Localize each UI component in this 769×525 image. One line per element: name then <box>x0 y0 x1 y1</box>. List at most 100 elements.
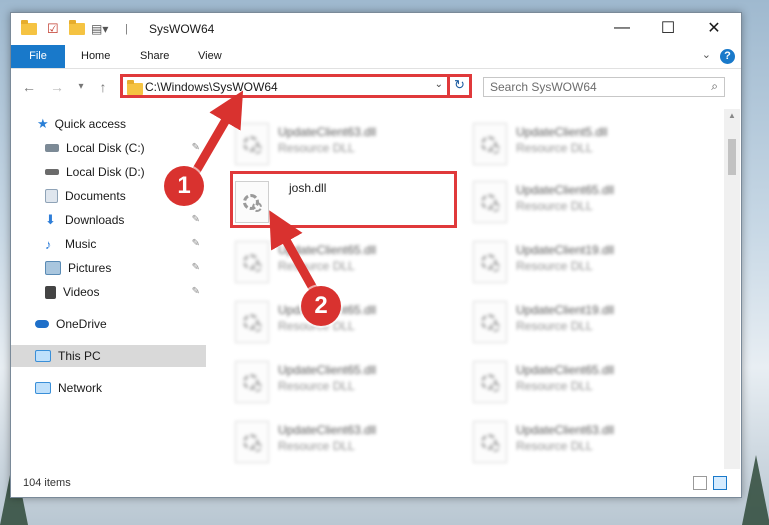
file-type: Resource DLL <box>516 259 593 273</box>
minimize-button[interactable]: — <box>599 13 645 43</box>
file-item[interactable]: UpdateClient63.dll Resource DLL <box>221 117 451 167</box>
vertical-scrollbar[interactable]: ▲ <box>724 109 740 469</box>
scroll-up-icon[interactable]: ▲ <box>724 111 740 120</box>
pictures-icon <box>45 261 61 275</box>
search-icon: ⌕ <box>711 79 718 93</box>
sidebar-item-label: Downloads <box>65 213 125 227</box>
expand-ribbon-icon[interactable]: ⌄ <box>702 48 711 61</box>
sidebar-item-label: Pictures <box>68 261 112 275</box>
file-name: UpdateClient5.dll <box>516 125 608 139</box>
tab-home[interactable]: Home <box>81 45 110 68</box>
dll-file-icon <box>473 241 507 283</box>
sidebar-item-label: Network <box>58 381 103 395</box>
file-type: Resource DLL <box>516 199 593 213</box>
file-name: UpdateClient65.dll <box>278 363 377 377</box>
address-dropdown-icon[interactable]: ⌄ <box>435 79 443 90</box>
sidebar-item-quick-access[interactable]: ★ Quick access <box>11 113 206 135</box>
dll-file-icon <box>473 181 507 223</box>
network-icon <box>35 382 51 394</box>
file-item-josh-dll[interactable]: josh.dll <box>221 175 451 225</box>
details-view-button[interactable] <box>693 476 707 490</box>
music-icon: ♪ <box>45 236 52 252</box>
file-name: UpdateClient19.dll <box>516 243 615 257</box>
up-button[interactable]: ↑ <box>95 77 111 97</box>
pin-icon[interactable]: ✎ <box>192 262 200 273</box>
sidebar-item-label: Documents <box>65 189 126 203</box>
file-item[interactable]: UpdateClient65.dll Resource DLL <box>459 355 689 405</box>
documents-icon <box>45 189 58 203</box>
file-name: UpdateClient65.dll <box>278 243 377 257</box>
file-name: UpdateClient63.dll <box>278 423 377 437</box>
file-item[interactable]: UpdateClient63.dll Resource DLL <box>221 415 451 465</box>
customize-quick-access-icon[interactable]: ▤▾ <box>91 21 108 37</box>
forward-button[interactable]: → <box>49 77 65 97</box>
file-item[interactable]: UpdateClient65.dll Resource DLL <box>221 355 451 405</box>
sidebar-item-local-disk-c[interactable]: Local Disk (C:) ✎ <box>11 137 206 159</box>
file-item[interactable]: UpdateClient65.dll Resource DLL <box>221 235 451 285</box>
sidebar-item-music[interactable]: ♪ Music ✎ <box>11 233 206 255</box>
tiles-view-button[interactable] <box>713 476 727 490</box>
file-name: UpdateClient19.dll <box>516 303 615 317</box>
computer-icon <box>35 350 51 362</box>
address-bar[interactable]: C:\Windows\SysWOW64 ⌄ ↻ <box>120 74 472 98</box>
item-count: 104 items <box>23 477 71 489</box>
window-title: SysWOW64 <box>149 22 215 36</box>
recent-locations-button[interactable]: ▾ <box>73 77 89 97</box>
search-box[interactable]: ⌕ <box>483 77 725 97</box>
sidebar-item-this-pc[interactable]: This PC <box>11 345 206 367</box>
folder-icon <box>21 20 37 37</box>
dll-file-icon <box>235 123 269 165</box>
separator-icon: | <box>125 23 128 35</box>
dll-file-icon <box>235 301 269 343</box>
sidebar-item-videos[interactable]: Videos ✎ <box>11 281 206 303</box>
step-2-callout: 2 <box>301 286 341 326</box>
sidebar-item-label: Videos <box>63 285 100 299</box>
scroll-thumb[interactable] <box>728 139 736 175</box>
pin-icon[interactable]: ✎ <box>192 286 200 297</box>
back-button[interactable]: ← <box>21 77 37 97</box>
step-1-callout: 1 <box>164 166 204 206</box>
file-type: Resource DLL <box>516 379 593 393</box>
sidebar-item-pictures[interactable]: Pictures ✎ <box>11 257 206 279</box>
file-item[interactable]: UpdateClient65.dll Resource DLL <box>459 175 689 225</box>
close-button[interactable]: ✕ <box>691 13 737 43</box>
tab-file[interactable]: File <box>11 45 65 68</box>
status-bar: 104 items <box>11 471 741 497</box>
sidebar-item-onedrive[interactable]: OneDrive <box>11 313 206 335</box>
file-item[interactable]: UpdateClient5.dll Resource DLL <box>459 117 689 167</box>
sidebar-item-label: OneDrive <box>56 317 107 331</box>
help-icon[interactable]: ? <box>720 49 735 64</box>
address-path: C:\Windows\SysWOW64 <box>145 80 278 94</box>
pin-icon[interactable]: ✎ <box>192 214 200 225</box>
file-type: Resource DLL <box>278 379 355 393</box>
sidebar-item-label: Music <box>65 237 97 251</box>
tab-share[interactable]: Share <box>140 45 169 68</box>
download-icon: ⬇ <box>45 212 56 227</box>
file-item[interactable]: UpdateClient19.dll Resource DLL <box>459 235 689 285</box>
sidebar-item-label: Local Disk (C:) <box>66 141 145 155</box>
pin-icon[interactable]: ✎ <box>192 238 200 249</box>
file-name: josh.dll <box>289 181 327 195</box>
title-bar: ☑ ▤▾ | SysWOW64 — ☐ ✕ <box>11 13 741 45</box>
search-input[interactable] <box>490 79 700 95</box>
file-name: UpdateClient65.dll <box>516 363 615 377</box>
new-folder-icon[interactable] <box>69 20 85 37</box>
dll-file-icon <box>235 361 269 403</box>
file-name: UpdateClient63.dll <box>516 423 615 437</box>
cloud-icon <box>35 320 49 328</box>
file-item[interactable]: UpdateClient63.dll Resource DLL <box>459 415 689 465</box>
file-type: Resource DLL <box>516 141 593 155</box>
maximize-button[interactable]: ☐ <box>645 13 691 43</box>
ribbon: File Home Share View ⌄ ? <box>11 45 741 69</box>
dll-file-icon <box>235 181 269 223</box>
sidebar-item-network[interactable]: Network <box>11 377 206 399</box>
file-item[interactable]: UpdateClient19.dll Resource DLL <box>459 295 689 345</box>
refresh-button[interactable]: ↻ <box>447 74 469 98</box>
properties-icon[interactable]: ☑ <box>47 21 59 37</box>
folder-icon <box>127 80 143 95</box>
tab-view[interactable]: View <box>198 45 222 68</box>
sidebar-item-label: Quick access <box>54 117 127 131</box>
sidebar-item-downloads[interactable]: ⬇ Downloads ✎ <box>11 209 206 231</box>
pin-icon[interactable]: ✎ <box>192 142 200 153</box>
drive-icon <box>45 169 59 175</box>
